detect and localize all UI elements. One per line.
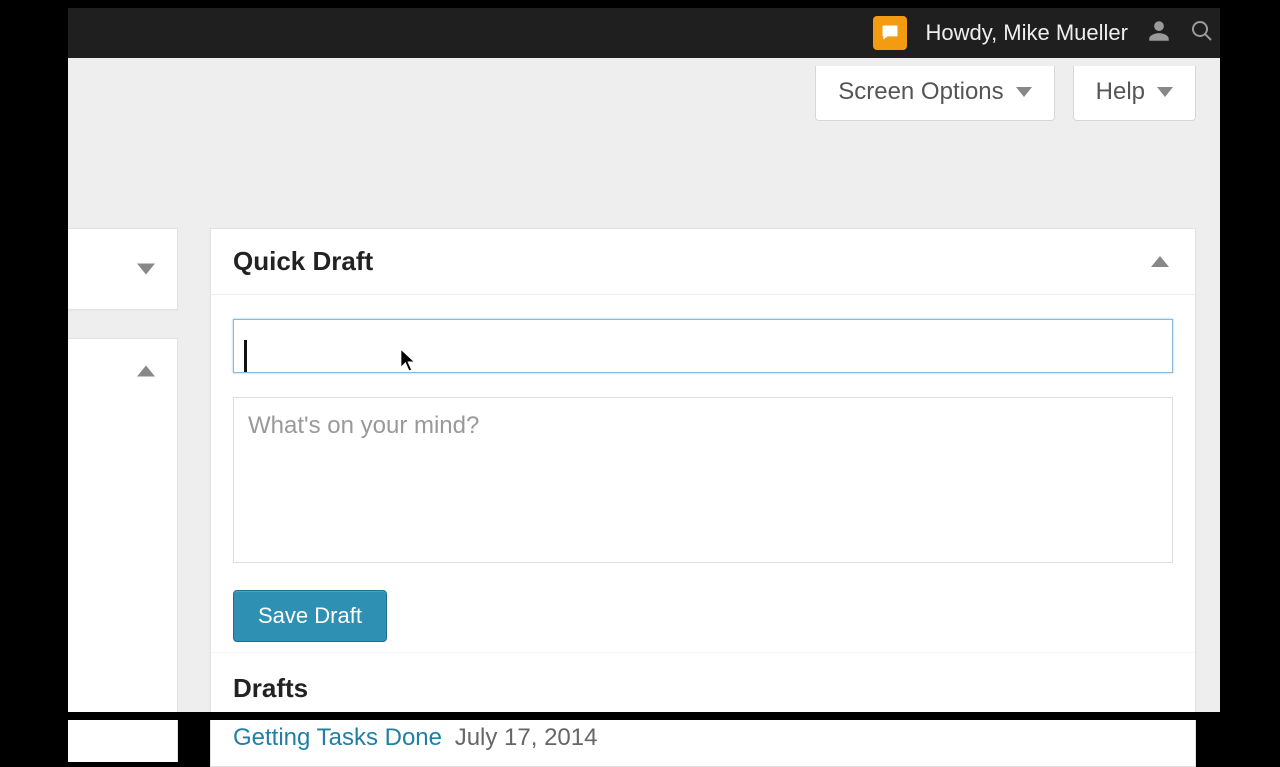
app-stage: Howdy, Mike Mueller Screen Options Help [68, 8, 1220, 712]
screen-meta-row: Screen Options Help [815, 66, 1196, 121]
draft-content-textarea[interactable] [233, 397, 1173, 563]
chat-icon [880, 23, 900, 43]
save-draft-button[interactable]: Save Draft [233, 590, 387, 642]
quick-draft-title: Quick Draft [233, 246, 373, 277]
pillarbox-left [0, 0, 68, 720]
pillarbox-right [1220, 0, 1280, 720]
text-caret [244, 340, 247, 372]
widget-stub-expanded[interactable] [68, 338, 178, 762]
draft-date: July 17, 2014 [455, 724, 598, 751]
drafts-heading: Drafts [233, 673, 1173, 704]
letterbox-bottom [0, 712, 1280, 720]
search-icon [1190, 19, 1214, 43]
chevron-down-icon [1157, 87, 1173, 97]
search-button[interactable] [1190, 19, 1214, 48]
draft-link[interactable]: Getting Tasks Done [233, 724, 442, 751]
help-tab[interactable]: Help [1073, 66, 1196, 121]
help-label: Help [1096, 78, 1145, 106]
content-area: Screen Options Help Quick Draft Save Dra… [68, 58, 1220, 712]
user-icon [1146, 18, 1172, 44]
screen-options-tab[interactable]: Screen Options [815, 66, 1054, 121]
admin-bar: Howdy, Mike Mueller [68, 8, 1220, 58]
quick-draft-header[interactable]: Quick Draft [211, 229, 1195, 295]
chevron-down-icon [1016, 87, 1032, 97]
drafts-section: Drafts Getting Tasks Done July 17, 2014 [211, 652, 1195, 766]
collapse-toggle-icon[interactable] [1151, 256, 1169, 267]
admin-greeting[interactable]: Howdy, Mike Mueller [925, 20, 1128, 46]
screen-options-label: Screen Options [838, 78, 1003, 106]
chat-button[interactable] [873, 16, 907, 50]
draft-title-input[interactable] [233, 319, 1173, 373]
user-avatar[interactable] [1146, 18, 1172, 49]
quick-draft-body: Save Draft [211, 295, 1195, 652]
widget-stub-collapsed[interactable] [68, 228, 178, 310]
letterbox-top [0, 0, 1280, 8]
draft-row: Getting Tasks Done July 17, 2014 [233, 724, 1173, 766]
quick-draft-widget: Quick Draft Save Draft Drafts Getting Ta… [210, 228, 1196, 767]
chevron-down-icon [137, 264, 155, 275]
chevron-up-icon [137, 366, 155, 377]
